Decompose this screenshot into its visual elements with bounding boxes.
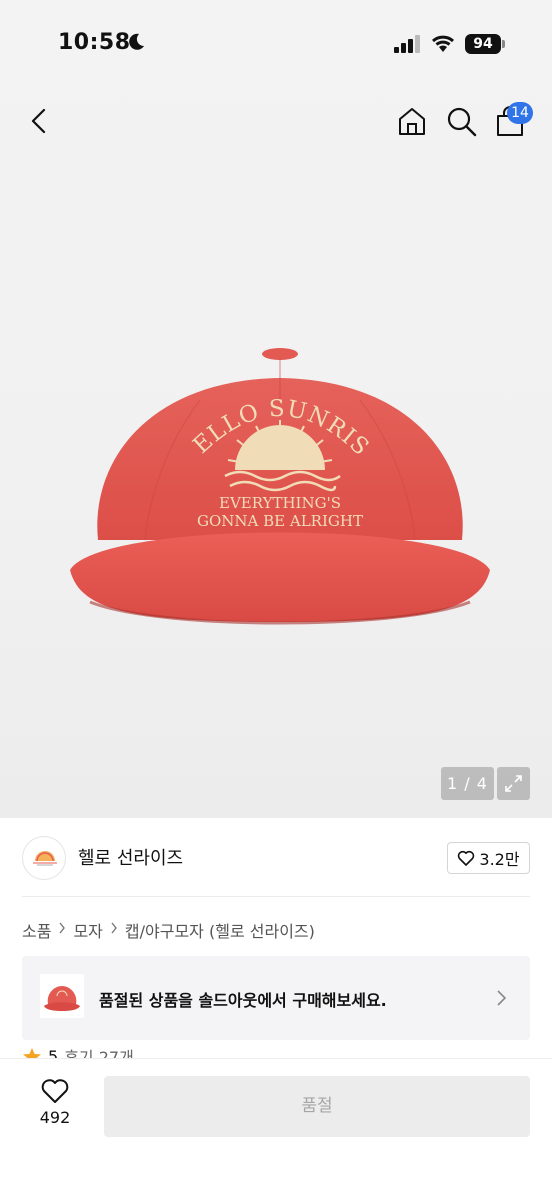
breadcrumb-item[interactable]: 캡/야구모자 (헬로 선라이즈) <box>125 918 315 942</box>
product-detail-screen: HELLO SUNRISE EVERYTHING'S GONNA BE ALRI… <box>0 0 552 1200</box>
battery-indicator: 94 <box>465 34 501 54</box>
wish-button[interactable]: 492 <box>20 1078 90 1138</box>
brand-logo[interactable] <box>22 836 66 880</box>
breadcrumb-item[interactable]: 소품 <box>22 918 51 942</box>
chevron-right-icon <box>58 922 66 938</box>
divider <box>22 896 530 897</box>
status-time: 10:58 <box>58 30 131 55</box>
wifi-icon <box>432 35 454 52</box>
product-image: HELLO SUNRISE EVERYTHING'S GONNA BE ALRI… <box>60 340 490 625</box>
breadcrumb-item[interactable]: 모자 <box>73 918 102 942</box>
chevron-right-icon <box>110 922 118 938</box>
heart-icon <box>41 1079 69 1103</box>
back-icon[interactable] <box>24 104 54 138</box>
expand-icon[interactable] <box>497 767 530 800</box>
banner-thumbnail <box>40 974 84 1018</box>
brand-name[interactable]: 헬로 선라이즈 <box>78 844 183 870</box>
signal-icon <box>394 35 420 53</box>
chevron-right-icon <box>497 990 507 1006</box>
banner-text: 품절된 상품을 솔드아웃에서 구매해보세요. <box>99 991 387 1010</box>
status-bar: 10:58 94 <box>0 0 552 90</box>
soldout-banner[interactable]: 품절된 상품을 솔드아웃에서 구매해보세요. <box>22 956 530 1040</box>
cap-text-line1: EVERYTHING'S <box>219 494 341 512</box>
home-icon[interactable] <box>396 104 428 138</box>
brand-like-count: 3.2만 <box>479 850 520 869</box>
moon-icon <box>129 33 144 50</box>
image-pager: 1 / 4 <box>441 767 494 800</box>
buy-button[interactable]: 품절 <box>104 1076 530 1137</box>
cart-count-badge: 14 <box>507 102 533 124</box>
search-icon[interactable] <box>445 104 477 138</box>
heart-icon <box>458 850 475 866</box>
battery-tip <box>502 40 505 48</box>
cap-text-line2: GONNA BE ALRIGHT <box>197 512 363 530</box>
wish-count: 492 <box>39 1108 71 1127</box>
breadcrumb: 소품 모자 캡/야구모자 (헬로 선라이즈) <box>22 918 315 942</box>
brand-logo-image <box>33 851 57 866</box>
brand-like-button[interactable]: 3.2만 <box>447 842 530 874</box>
